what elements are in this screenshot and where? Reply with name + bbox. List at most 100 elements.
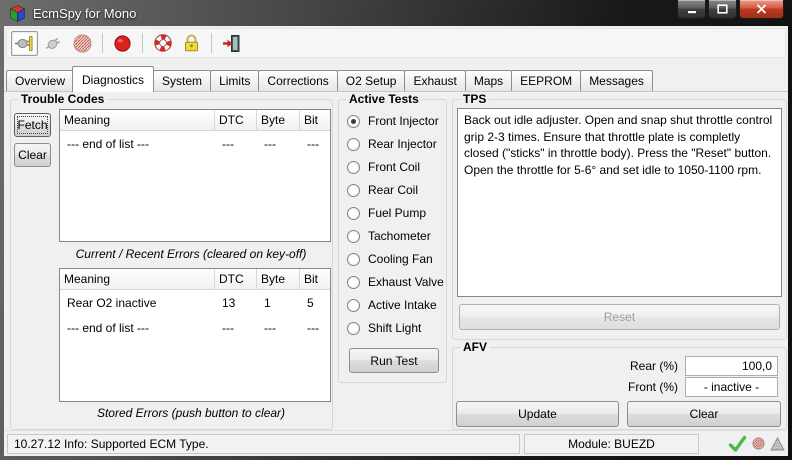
run-test-button[interactable]: Run Test [349,348,439,373]
connect-plug-icon [14,33,35,54]
radio-shift-light[interactable]: Shift Light [347,320,421,336]
radio-exhaust-valve[interactable]: Exhaust Valve [347,274,444,290]
column-header-dtc[interactable]: DTC [215,269,257,289]
title-bar[interactable]: EcmSpy for Mono [0,0,792,26]
active-tests-group: Active Tests Front Injector Rear Injecto… [338,99,447,383]
tab-system[interactable]: System [153,70,211,91]
record-button[interactable] [109,31,136,56]
table-row[interactable]: Rear O2 inactive 13 1 5 [60,290,330,315]
radio-active-intake[interactable]: Active Intake [347,297,437,313]
cell-bit: --- [300,321,330,335]
radio-icon [347,253,360,266]
column-header-byte[interactable]: Byte [257,269,300,289]
window-title: EcmSpy for Mono [33,6,136,21]
radio-label: Rear Coil [368,183,418,197]
radio-label: Front Coil [368,160,420,174]
minimize-button[interactable] [677,0,706,19]
afv-group: AFV Rear (%) Front (%) Update Clear [452,347,787,430]
stored-errors-table: Meaning DTC Byte Bit Rear O2 inactive 13… [59,268,331,402]
radio-rear-injector[interactable]: Rear Injector [347,136,437,152]
radio-icon [347,299,360,312]
radio-icon [347,115,360,128]
maximize-icon [717,4,728,14]
toolbar-separator [102,33,103,53]
stop-button[interactable] [69,31,96,56]
close-button[interactable] [739,0,784,19]
afv-clear-button[interactable]: Clear [627,401,781,427]
tab-maps[interactable]: Maps [465,70,512,91]
column-header-bit[interactable]: Bit [300,269,330,289]
radio-label: Cooling Fan [368,252,433,266]
afv-front-input[interactable] [685,377,778,397]
fetch-button[interactable]: Fetch [14,113,51,137]
radio-label: Fuel Pump [368,206,426,220]
status-module: Module: BUEZD [524,434,699,454]
tps-reset-button[interactable]: Reset [459,304,780,330]
record-inactive-icon [752,437,765,450]
connect-button[interactable] [11,31,38,56]
tab-eeprom[interactable]: EEPROM [511,70,581,91]
column-header-meaning[interactable]: Meaning [60,269,215,289]
table-header: Meaning DTC Byte Bit [60,110,330,131]
column-header-bit[interactable]: Bit [300,110,330,130]
radio-icon [347,207,360,220]
stored-errors-caption: Stored Errors (push button to clear) [51,406,331,420]
toolbar [6,28,786,58]
cell-dtc: --- [215,321,257,335]
help-lifebuoy-button[interactable] [149,31,176,56]
radio-label: Shift Light [368,321,421,335]
tps-instructions: Back out idle adjuster. Open and snap sh… [457,108,782,297]
radio-front-injector[interactable]: Front Injector [347,113,439,129]
tab-overview[interactable]: Overview [6,70,74,91]
tab-messages[interactable]: Messages [580,70,653,91]
column-header-meaning[interactable]: Meaning [60,110,215,130]
tab-diagnostics[interactable]: Diagnostics [72,66,154,92]
radio-label: Front Injector [368,114,439,128]
radio-fuel-pump[interactable]: Fuel Pump [347,205,426,221]
tab-strip: Overview Diagnostics System Limits Corre… [4,64,788,92]
table-row[interactable]: --- end of list --- --- --- --- [60,131,330,156]
disconnect-button[interactable] [40,31,67,56]
connection-ok-check-icon [728,435,747,453]
afv-rear-input[interactable] [685,356,778,376]
radio-cooling-fan[interactable]: Cooling Fan [347,251,433,267]
radio-icon [347,322,360,335]
radio-rear-coil[interactable]: Rear Coil [347,182,418,198]
column-header-dtc[interactable]: DTC [215,110,257,130]
afv-update-button[interactable]: Update [456,401,619,427]
radio-label: Active Intake [368,298,437,312]
toolbar-separator [142,33,143,53]
tab-o2-setup[interactable]: O2 Setup [337,70,406,91]
clear-codes-button[interactable]: Clear [14,143,51,167]
tab-corrections[interactable]: Corrections [258,70,337,91]
record-icon [112,33,133,54]
current-errors-caption: Current / Recent Errors (cleared on key-… [51,247,331,261]
current-errors-table: Meaning DTC Byte Bit --- end of list ---… [59,109,331,242]
lifebuoy-icon [152,32,174,54]
lock-icon [181,33,202,54]
tps-title: TPS [460,92,489,106]
radio-label: Exhaust Valve [368,275,444,289]
cell-dtc: --- [215,137,257,151]
tab-exhaust[interactable]: Exhaust [404,70,465,91]
radio-label: Rear Injector [368,137,437,151]
column-header-byte[interactable]: Byte [257,110,300,130]
cell-dtc: 13 [215,296,257,310]
radio-tachometer[interactable]: Tachometer [347,228,431,244]
toolbar-separator [211,33,212,53]
cell-bit: --- [300,137,330,151]
close-icon [756,4,767,14]
radio-icon [347,230,360,243]
table-row[interactable]: --- end of list --- --- --- --- [60,315,330,340]
radio-front-coil[interactable]: Front Coil [347,159,420,175]
status-bar: 10.27.12 Info: Supported ECM Type. Modul… [4,430,788,456]
lock-button[interactable] [178,31,205,56]
status-message: 10.27.12 Info: Supported ECM Type. [7,434,520,454]
maximize-button[interactable] [708,0,737,19]
tab-limits[interactable]: Limits [210,70,259,91]
exit-button[interactable] [218,31,245,56]
radio-label: Tachometer [368,229,431,243]
app-logo-icon [9,5,26,22]
cell-byte: --- [257,137,300,151]
active-tests-title: Active Tests [346,92,422,106]
